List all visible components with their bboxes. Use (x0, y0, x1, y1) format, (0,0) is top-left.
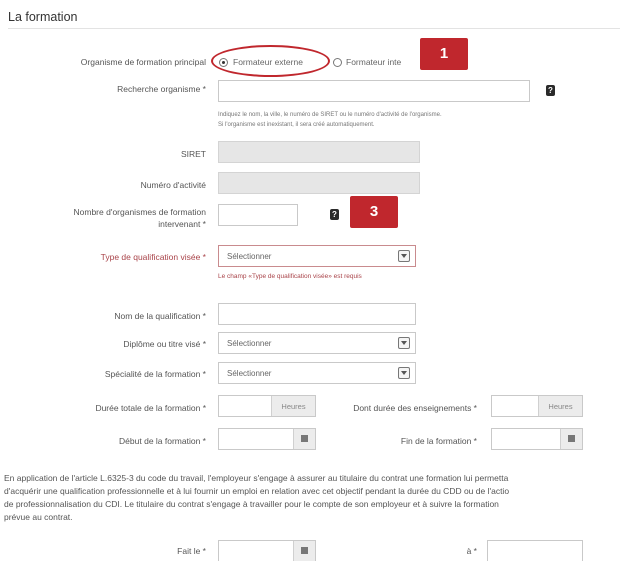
type-qualification-select[interactable]: Sélectionner (218, 245, 416, 267)
siret-label: SIRET (180, 149, 206, 159)
numero-activite-field (218, 172, 420, 194)
chevron-down-icon (398, 250, 410, 262)
specialite-value: Sélectionner (227, 369, 272, 378)
calendar-button[interactable] (293, 541, 315, 561)
nombre-organismes-input[interactable] (218, 204, 298, 226)
type-qualification-error: Le champ «Type de qualification visée» e… (218, 273, 362, 280)
debut-formation-date[interactable] (218, 428, 316, 450)
radio-formateur-interne[interactable] (333, 58, 342, 67)
calendar-icon (568, 435, 575, 442)
calendar-icon (301, 547, 308, 554)
diplome-label: Diplôme ou titre visé * (123, 339, 206, 349)
fin-formation-date[interactable] (491, 428, 583, 450)
specialite-select[interactable]: Sélectionner (218, 362, 416, 384)
calendar-button[interactable] (293, 429, 315, 449)
help-icon[interactable]: ? (546, 85, 555, 96)
help-icon[interactable]: ? (330, 209, 339, 220)
duree-enseignements-input[interactable]: Heures (491, 395, 583, 417)
nom-qualification-label: Nom de la qualification * (114, 311, 206, 321)
nombre-organismes-label-2: intervenant * (158, 219, 206, 229)
duree-enseignements-label: Dont durée des enseignements * (353, 403, 477, 413)
section-divider (8, 28, 620, 29)
nombre-organismes-label-1: Nombre d'organismes de formation (73, 207, 207, 217)
recherche-organisme-input[interactable] (218, 80, 530, 102)
annotation-badge-3: 3 (350, 196, 398, 228)
calendar-icon (301, 435, 308, 442)
chevron-down-icon (398, 337, 410, 349)
fait-le-date[interactable] (218, 540, 316, 561)
chevron-down-icon (398, 367, 410, 379)
diplome-select[interactable]: Sélectionner (218, 332, 416, 354)
radio-formateur-interne-label[interactable]: Formateur inte (346, 57, 401, 67)
duree-enseignements-unit: Heures (538, 396, 582, 416)
duree-totale-label: Durée totale de la formation * (95, 403, 206, 413)
type-qualification-label: Type de qualification visée * (100, 252, 206, 262)
specialite-label: Spécialité de la formation * (104, 369, 206, 379)
calendar-button[interactable] (560, 429, 582, 449)
engagement-paragraph: En application de l'article L.6325-3 du … (4, 473, 510, 522)
recherche-hint-2: Si l'organisme est inexistant, il sera c… (218, 122, 375, 128)
diplome-value: Sélectionner (227, 339, 272, 348)
organisme-label: Organisme de formation principal (80, 57, 206, 67)
nom-qualification-input[interactable] (218, 303, 416, 325)
fait-le-label: Fait le * (177, 546, 206, 556)
section-title: La formation (8, 10, 78, 24)
numero-activite-label: Numéro d'activité (140, 180, 206, 190)
recherche-organisme-label: Recherche organisme * (117, 84, 206, 94)
annotation-badge-1: 1 (420, 38, 468, 70)
siret-field (218, 141, 420, 163)
duree-totale-input[interactable]: Heures (218, 395, 316, 417)
lieu-label: à * (466, 546, 477, 556)
type-qualification-value: Sélectionner (227, 252, 272, 261)
debut-formation-label: Début de la formation * (119, 436, 206, 446)
lieu-input[interactable] (487, 540, 583, 561)
fin-formation-label: Fin de la formation * (400, 436, 477, 446)
recherche-hint-1: Indiquez le nom, la ville, le numéro de … (218, 112, 442, 118)
annotation-highlight-ellipse (211, 45, 330, 77)
duree-totale-unit: Heures (271, 396, 315, 416)
